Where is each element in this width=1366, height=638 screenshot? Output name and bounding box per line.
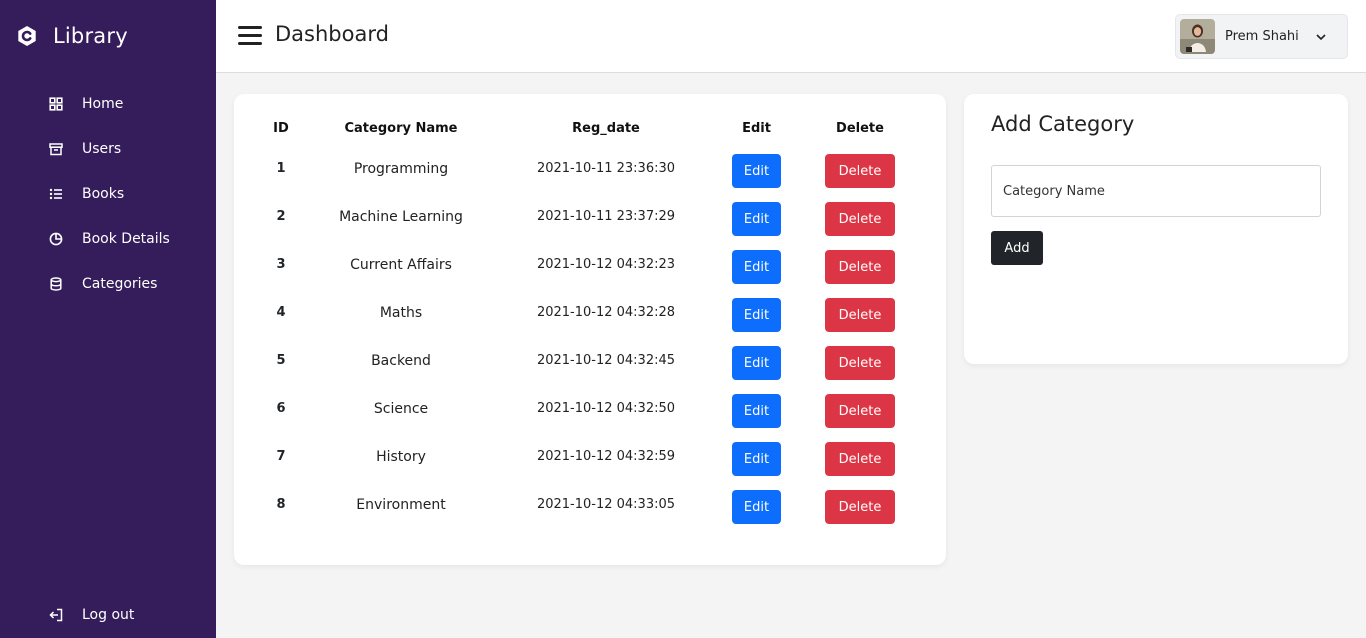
sidebar: Library Home Users Books Book Details Ca… — [0, 0, 216, 638]
category-reg-date: 2021-10-12 04:32:50 — [536, 401, 676, 416]
category-id: 2 — [276, 209, 286, 224]
delete-button[interactable]: Delete — [825, 154, 895, 188]
category-id: 7 — [276, 449, 286, 464]
logout-icon — [49, 608, 63, 622]
column-header-category-name: Category Name — [344, 121, 458, 136]
table-row: 6 Science 2021-10-12 04:32:50 Edit Delet… — [234, 394, 946, 442]
category-reg-date: 2021-10-12 04:32:28 — [536, 305, 676, 320]
edit-button[interactable]: Edit — [732, 394, 781, 428]
add-category-card: Add Category Add — [964, 94, 1348, 364]
brand[interactable]: Library — [16, 22, 128, 50]
categories-table-card: ID Category Name Reg_date Edit Delete 1 … — [234, 94, 946, 565]
category-name: Science — [373, 401, 429, 417]
delete-button[interactable]: Delete — [825, 346, 895, 380]
column-header-id: ID — [273, 121, 289, 136]
category-name: Environment — [356, 497, 446, 513]
list-icon — [49, 188, 62, 199]
category-name: Backend — [371, 353, 431, 369]
table-row: 7 History 2021-10-12 04:32:59 Edit Delet… — [234, 442, 946, 490]
brand-logo-icon — [18, 26, 36, 46]
delete-button[interactable]: Delete — [825, 202, 895, 236]
edit-button[interactable]: Edit — [732, 154, 781, 188]
category-reg-date: 2021-10-12 04:32:45 — [536, 353, 676, 368]
delete-button[interactable]: Delete — [825, 250, 895, 284]
sidebar-item-label: Users — [82, 140, 122, 157]
edit-button[interactable]: Edit — [732, 202, 781, 236]
sidebar-item-label: Home — [82, 95, 124, 112]
category-reg-date: 2021-10-12 04:32:59 — [536, 449, 676, 464]
category-reg-date: 2021-10-11 23:37:29 — [536, 209, 676, 224]
table-row: 8 Environment 2021-10-12 04:33:05 Edit D… — [234, 490, 946, 538]
column-header-delete: Delete — [836, 121, 884, 136]
add-category-title: Add Category — [991, 112, 1135, 136]
avatar — [1180, 19, 1215, 54]
delete-button[interactable]: Delete — [825, 490, 895, 524]
sidebar-item-home[interactable]: Home — [0, 81, 216, 126]
category-id: 3 — [276, 257, 286, 272]
category-id: 6 — [276, 401, 286, 416]
column-header-reg-date: Reg_date — [572, 121, 640, 136]
delete-button[interactable]: Delete — [825, 442, 895, 476]
user-menu[interactable]: Prem Shahi — [1175, 14, 1348, 59]
category-reg-date: 2021-10-11 23:36:30 — [536, 161, 676, 176]
delete-button[interactable]: Delete — [825, 394, 895, 428]
page-title: Dashboard — [275, 22, 389, 46]
sidebar-item-label: Book Details — [82, 230, 170, 247]
logout-button[interactable]: Log out — [0, 593, 216, 637]
topbar: Dashboard Prem Shahi — [216, 0, 1366, 73]
table-row: 4 Maths 2021-10-12 04:32:28 Edit Delete — [234, 298, 946, 346]
category-id: 1 — [276, 161, 286, 176]
table-row: 5 Backend 2021-10-12 04:32:45 Edit Delet… — [234, 346, 946, 394]
edit-button[interactable]: Edit — [732, 490, 781, 524]
category-id: 5 — [276, 353, 286, 368]
user-name: Prem Shahi — [1225, 29, 1299, 44]
sidebar-nav: Home Users Books Book Details Categories — [0, 81, 216, 306]
table-row: 3 Current Affairs 2021-10-12 04:32:23 Ed… — [234, 250, 946, 298]
sidebar-item-books[interactable]: Books — [0, 171, 216, 216]
category-name: Current Affairs — [350, 257, 452, 273]
database-icon — [50, 276, 62, 291]
category-name-input[interactable] — [991, 165, 1321, 217]
category-name: Machine Learning — [339, 209, 463, 225]
archive-icon — [49, 142, 63, 155]
category-id: 4 — [276, 305, 286, 320]
sidebar-item-categories[interactable]: Categories — [0, 261, 216, 306]
category-id: 8 — [276, 497, 286, 512]
delete-button[interactable]: Delete — [825, 298, 895, 332]
grid-icon — [49, 96, 63, 111]
edit-button[interactable]: Edit — [732, 346, 781, 380]
brand-name: Library — [53, 24, 128, 48]
column-header-edit: Edit — [742, 121, 771, 136]
sidebar-item-label: Books — [82, 185, 125, 202]
chevron-down-icon — [1316, 33, 1326, 40]
pie-chart-icon — [49, 232, 63, 245]
edit-button[interactable]: Edit — [732, 442, 781, 476]
sidebar-item-label: Categories — [82, 275, 158, 292]
table-row: 1 Programming 2021-10-11 23:36:30 Edit D… — [234, 154, 946, 202]
category-name: History — [376, 449, 426, 465]
edit-button[interactable]: Edit — [732, 298, 781, 332]
category-reg-date: 2021-10-12 04:32:23 — [536, 257, 676, 272]
logout-label: Log out — [82, 607, 135, 623]
category-reg-date: 2021-10-12 04:33:05 — [536, 497, 676, 512]
edit-button[interactable]: Edit — [732, 250, 781, 284]
table-row: 2 Machine Learning 2021-10-11 23:37:29 E… — [234, 202, 946, 250]
category-name: Maths — [379, 305, 423, 321]
sidebar-item-book-details[interactable]: Book Details — [0, 216, 216, 261]
sidebar-item-users[interactable]: Users — [0, 126, 216, 171]
add-button[interactable]: Add — [991, 231, 1043, 265]
category-name: Programming — [353, 161, 449, 177]
menu-toggle-icon[interactable] — [238, 26, 262, 46]
